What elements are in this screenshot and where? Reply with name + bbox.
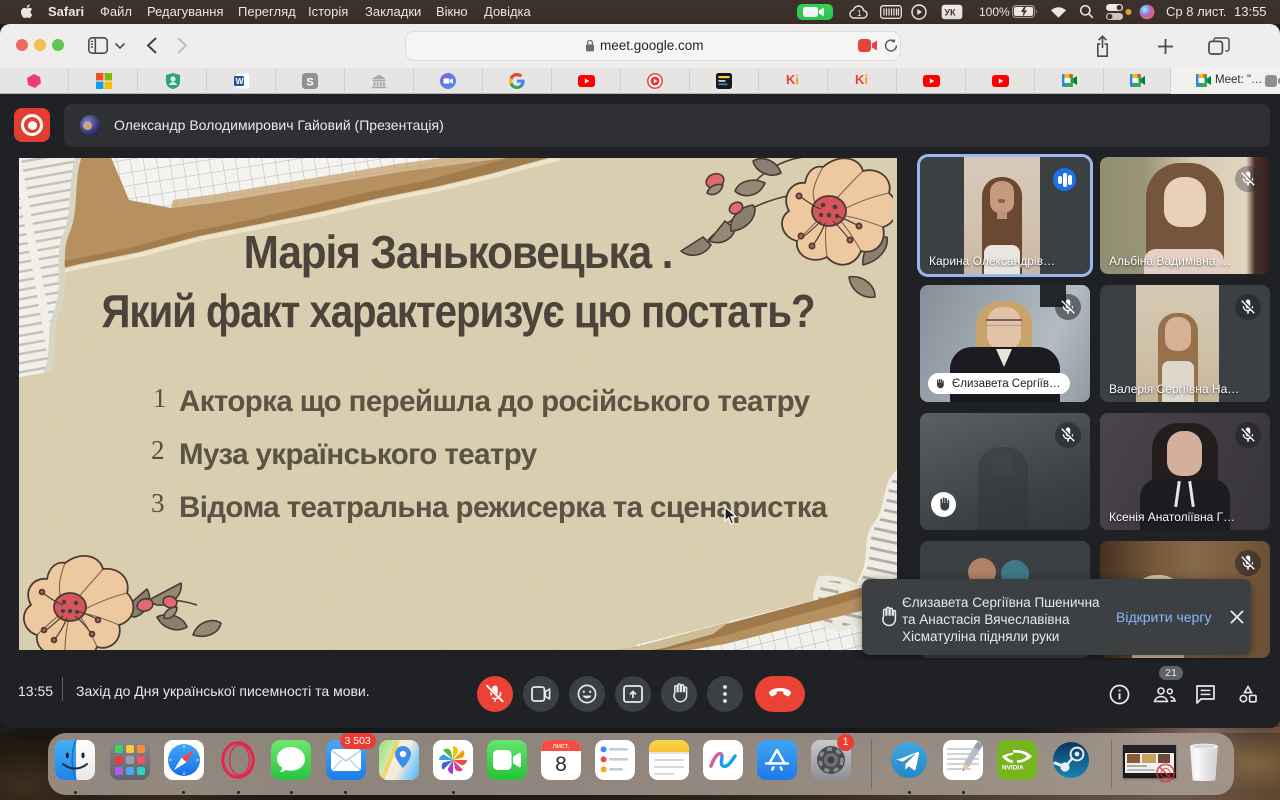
svg-text:W: W <box>236 76 244 86</box>
svg-text:S: S <box>306 76 313 88</box>
svg-text:УК: УК <box>944 8 956 18</box>
svg-text:NVIDIA: NVIDIA <box>1002 765 1024 771</box>
svg-text:1: 1 <box>857 9 862 18</box>
